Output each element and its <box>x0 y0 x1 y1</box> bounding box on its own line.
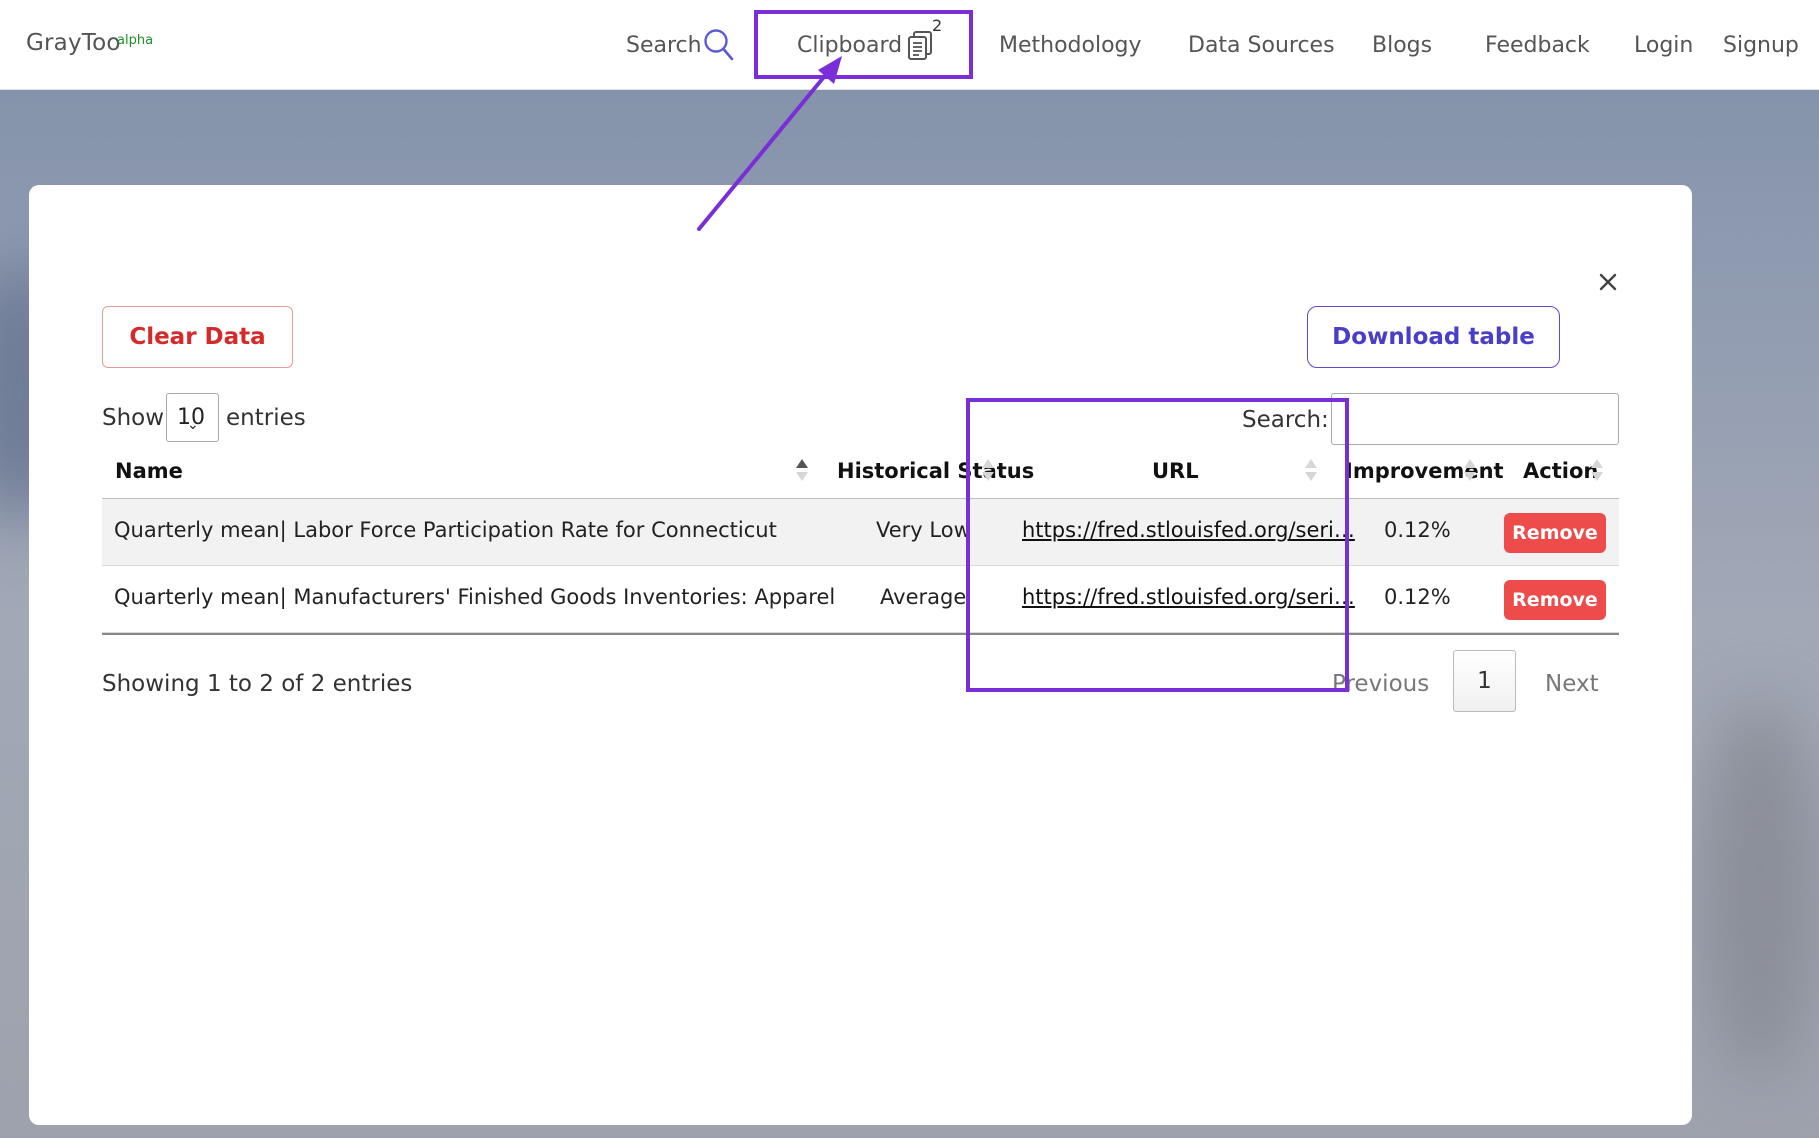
col-header-historical-status[interactable]: Historical Status <box>837 459 1034 483</box>
cell-historical-status: Very Low <box>876 518 971 542</box>
cell-url-link[interactable]: https://fred.stlouisfed.org/seri… <box>1022 518 1355 542</box>
entries-length-select[interactable]: 10 ⌄ <box>166 393 219 442</box>
cell-historical-status: Average <box>880 585 967 609</box>
backdrop-blob <box>1700 700 1819 1080</box>
table-bottom-divider <box>102 633 1619 635</box>
cell-name: Quarterly mean| Labor Force Participatio… <box>114 518 777 542</box>
show-label: Show <box>102 405 165 431</box>
nav-login[interactable]: Login <box>1634 33 1693 58</box>
clipboard-count-badge: 2 <box>932 16 943 35</box>
nav-signup[interactable]: Signup <box>1723 33 1799 58</box>
pagination-next[interactable]: Next <box>1545 671 1599 697</box>
table-info-text: Showing 1 to 2 of 2 entries <box>102 671 413 697</box>
nav-blogs[interactable]: Blogs <box>1372 33 1432 58</box>
download-table-button[interactable]: Download table <box>1307 306 1560 368</box>
nav-data-sources[interactable]: Data Sources <box>1188 33 1335 58</box>
brand-logo[interactable]: GrayToo <box>26 30 121 56</box>
col-header-improvement[interactable]: Improvement <box>1345 459 1504 483</box>
cell-improvement: 0.12% <box>1384 585 1451 609</box>
sort-asc-icon[interactable] <box>795 457 809 483</box>
sort-both-icon[interactable] <box>981 457 995 483</box>
table-search-label: Search: <box>1242 407 1329 433</box>
pagination-previous[interactable]: Previous <box>1332 671 1429 697</box>
table-row: Quarterly mean| Labor Force Participatio… <box>102 499 1619 566</box>
pagination-page-1[interactable]: 1 <box>1453 650 1516 712</box>
col-header-url[interactable]: URL <box>1152 459 1199 483</box>
nav-clipboard-link[interactable]: Clipboard <box>797 33 902 58</box>
search-icon[interactable] <box>703 28 735 62</box>
remove-row-button[interactable]: Remove <box>1504 513 1606 553</box>
nav-feedback[interactable]: Feedback <box>1485 33 1590 58</box>
sort-both-icon[interactable] <box>1463 457 1477 483</box>
col-header-action[interactable]: Action <box>1523 459 1598 483</box>
cell-url-link[interactable]: https://fred.stlouisfed.org/seri… <box>1022 585 1355 609</box>
clear-data-button[interactable]: Clear Data <box>102 306 293 368</box>
entries-label: entries <box>226 405 306 431</box>
top-navbar: GrayToo alpha Search Clipboard 2 Methodo… <box>0 0 1819 90</box>
sort-both-icon[interactable] <box>1304 457 1318 483</box>
cell-improvement: 0.12% <box>1384 518 1451 542</box>
table-row: Quarterly mean| Manufacturers' Finished … <box>102 566 1619 633</box>
brand-alpha-tag: alpha <box>117 33 154 48</box>
remove-row-button[interactable]: Remove <box>1504 580 1606 620</box>
nav-search-link[interactable]: Search <box>626 33 702 58</box>
table-search-input[interactable] <box>1331 393 1619 445</box>
close-icon[interactable] <box>1594 268 1622 296</box>
chevron-down-icon: ⌄ <box>187 417 199 433</box>
nav-methodology[interactable]: Methodology <box>999 33 1142 58</box>
cell-name: Quarterly mean| Manufacturers' Finished … <box>114 585 836 609</box>
sort-both-icon[interactable] <box>1590 457 1604 483</box>
col-header-name[interactable]: Name <box>115 459 183 483</box>
